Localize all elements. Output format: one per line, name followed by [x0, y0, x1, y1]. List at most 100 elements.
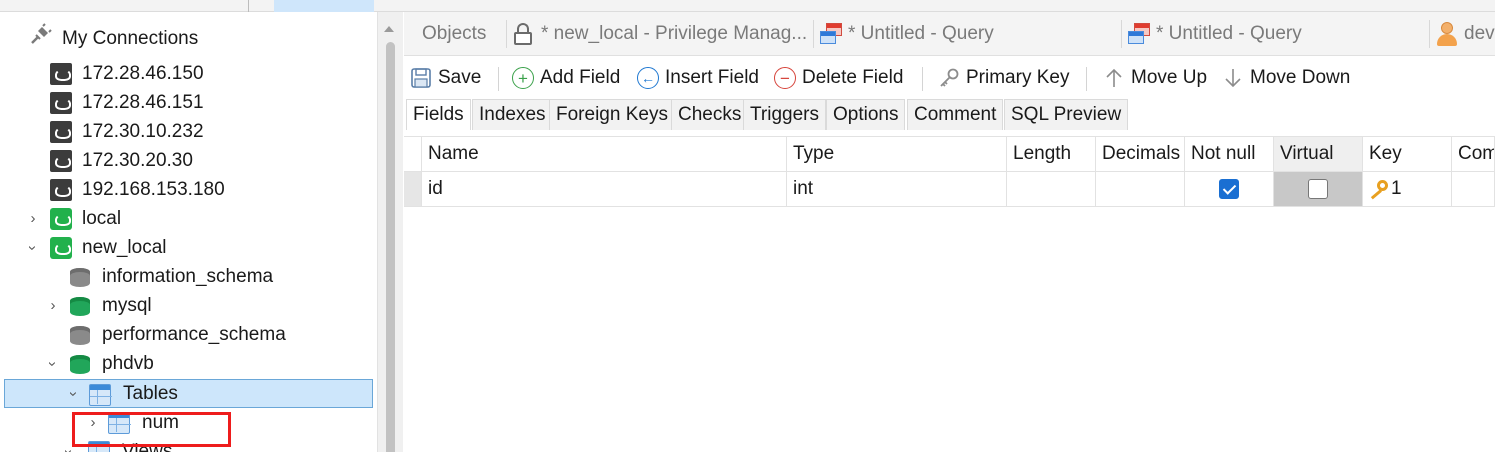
- tree-connection-172-30-10-232[interactable]: 172.30.10.232: [0, 117, 377, 146]
- tab-untitled-query-1[interactable]: * Untitled - Query: [814, 12, 1122, 56]
- insert-field-button[interactable]: ← Insert Field: [637, 57, 759, 99]
- document-tab-bar: Objects * new_local - Privilege Manag...…: [404, 12, 1495, 56]
- primary-key-button[interactable]: Primary Key: [938, 57, 1069, 99]
- chevron-right-icon[interactable]: ›: [45, 297, 61, 314]
- tab-dev[interactable]: dev: [1430, 12, 1495, 56]
- tables-label: Tables: [123, 382, 178, 404]
- delete-field-button[interactable]: − Delete Field: [774, 57, 903, 99]
- window-header-strip: [0, 0, 1495, 12]
- connection-label: 192.168.153.180: [82, 178, 225, 200]
- column-header-decimals[interactable]: Decimals: [1096, 137, 1185, 172]
- not-null-checkbox[interactable]: [1219, 179, 1239, 199]
- virtual-checkbox[interactable]: [1308, 179, 1328, 199]
- cell-comment[interactable]: [1452, 172, 1495, 207]
- row-indicator: [404, 137, 422, 172]
- column-header-name[interactable]: Name: [422, 137, 787, 172]
- tab-label: * new_local - Privilege Manag...: [541, 23, 808, 44]
- connection-label: 172.30.10.232: [82, 120, 204, 142]
- fields-grid[interactable]: Name Type Length Decimals Not null Virtu…: [404, 136, 1495, 452]
- save-button[interactable]: Save: [410, 57, 481, 99]
- tab-objects[interactable]: Objects: [404, 12, 507, 56]
- add-field-button[interactable]: + Add Field: [512, 57, 620, 99]
- add-icon: +: [512, 67, 534, 89]
- designer-sub-tabs: Fields Indexes Foreign Keys Checks Trigg…: [404, 99, 1495, 130]
- save-icon: [411, 68, 431, 88]
- query-icon: [1128, 23, 1150, 45]
- column-header-virtual[interactable]: Virtual: [1274, 137, 1363, 172]
- tab-options[interactable]: Options: [826, 99, 906, 130]
- database-icon: [70, 266, 92, 288]
- add-field-label: Add Field: [540, 67, 621, 88]
- mysql-connection-icon: [50, 149, 72, 172]
- key-order: 1: [1391, 178, 1402, 199]
- tree-connection-local[interactable]: › local: [0, 204, 377, 233]
- table-designer: Objects * new_local - Privilege Manag...…: [404, 12, 1495, 452]
- tab-sql-preview[interactable]: SQL Preview: [1004, 99, 1129, 130]
- save-label: Save: [438, 67, 482, 88]
- tab-checks[interactable]: Checks: [671, 99, 749, 130]
- header-selected-segment: [274, 0, 374, 12]
- tree-connection-172-28-46-150[interactable]: 172.28.46.150: [0, 59, 377, 88]
- tree-db-performance-schema[interactable]: performance_schema: [0, 320, 377, 349]
- arrow-down-icon: [1225, 69, 1241, 88]
- database-label: information_schema: [102, 265, 274, 287]
- cell-not-null[interactable]: [1185, 172, 1274, 207]
- tab-triggers[interactable]: Triggers: [743, 99, 826, 130]
- column-header-key[interactable]: Key: [1363, 137, 1452, 172]
- cell-decimals[interactable]: [1096, 172, 1185, 207]
- toolbar-divider: [922, 67, 923, 91]
- database-icon: [70, 295, 92, 317]
- column-header-length[interactable]: Length: [1007, 137, 1096, 172]
- chevron-right-icon[interactable]: ›: [25, 210, 41, 227]
- cell-key[interactable]: 1: [1363, 172, 1452, 207]
- cell-length[interactable]: [1007, 172, 1096, 207]
- mysql-connection-icon: [50, 91, 72, 114]
- tab-label: dev: [1464, 23, 1495, 44]
- tab-label: * Untitled - Query: [1156, 23, 1302, 44]
- table-row[interactable]: id int 1: [404, 172, 1495, 207]
- cell-name[interactable]: id: [422, 172, 787, 207]
- mysql-connection-icon: [50, 62, 72, 85]
- tree-connection-172-28-46-151[interactable]: 172.28.46.151: [0, 88, 377, 117]
- header-divider: [248, 0, 249, 12]
- sidebar-scrollbar[interactable]: [377, 12, 403, 452]
- tree-connection-new-local[interactable]: › new_local: [0, 233, 377, 262]
- grid-header-row: Name Type Length Decimals Not null Virtu…: [404, 137, 1495, 172]
- move-up-button[interactable]: Move Up: [1103, 57, 1207, 99]
- column-header-not-null[interactable]: Not null: [1185, 137, 1274, 172]
- mysql-connection-icon: [50, 120, 72, 143]
- tab-privilege-manager[interactable]: * new_local - Privilege Manag...: [507, 12, 814, 56]
- tree-db-phdvb[interactable]: › phdvb: [0, 349, 377, 378]
- tree-root-my-connections[interactable]: My Connections: [0, 23, 377, 53]
- tab-fields[interactable]: Fields: [406, 99, 471, 130]
- tree-db-information-schema[interactable]: information_schema: [0, 262, 377, 291]
- scroll-up-arrow-icon[interactable]: [384, 26, 394, 32]
- column-header-comment[interactable]: Comment: [1452, 137, 1495, 172]
- chevron-down-icon[interactable]: ›: [45, 356, 62, 372]
- tab-label: Objects: [422, 23, 487, 44]
- tree-connection-172-30-20-30[interactable]: 172.30.20.30: [0, 146, 377, 175]
- tab-comment[interactable]: Comment: [907, 99, 1004, 130]
- connection-label: 172.30.20.30: [82, 149, 193, 171]
- tree-connection-192-168-153-180[interactable]: 192.168.153.180: [0, 175, 377, 204]
- tab-indexes[interactable]: Indexes: [472, 99, 553, 130]
- scroll-thumb[interactable]: [386, 42, 395, 452]
- column-header-type[interactable]: Type: [787, 137, 1007, 172]
- chevron-down-icon[interactable]: ›: [66, 386, 83, 402]
- tree-tables-node[interactable]: › Tables: [4, 379, 373, 408]
- cell-virtual[interactable]: [1274, 172, 1363, 207]
- connection-tree[interactable]: My Connections 172.28.46.150 172.28.46.1…: [0, 12, 377, 452]
- database-icon: [70, 353, 92, 375]
- designer-toolbar: Save + Add Field ← Insert Field − Delete…: [404, 57, 1495, 99]
- primary-key-label: Primary Key: [966, 67, 1070, 88]
- connection-label: 172.28.46.151: [82, 91, 204, 113]
- database-label: mysql: [102, 294, 152, 316]
- chevron-down-icon[interactable]: ›: [25, 240, 42, 256]
- cell-type[interactable]: int: [787, 172, 1007, 207]
- tree-db-mysql[interactable]: › mysql: [0, 291, 377, 320]
- move-up-label: Move Up: [1131, 67, 1208, 88]
- move-down-button[interactable]: Move Down: [1222, 57, 1350, 99]
- tab-foreign-keys[interactable]: Foreign Keys: [549, 99, 675, 130]
- delete-icon: −: [774, 67, 796, 89]
- tab-untitled-query-2[interactable]: * Untitled - Query: [1122, 12, 1430, 56]
